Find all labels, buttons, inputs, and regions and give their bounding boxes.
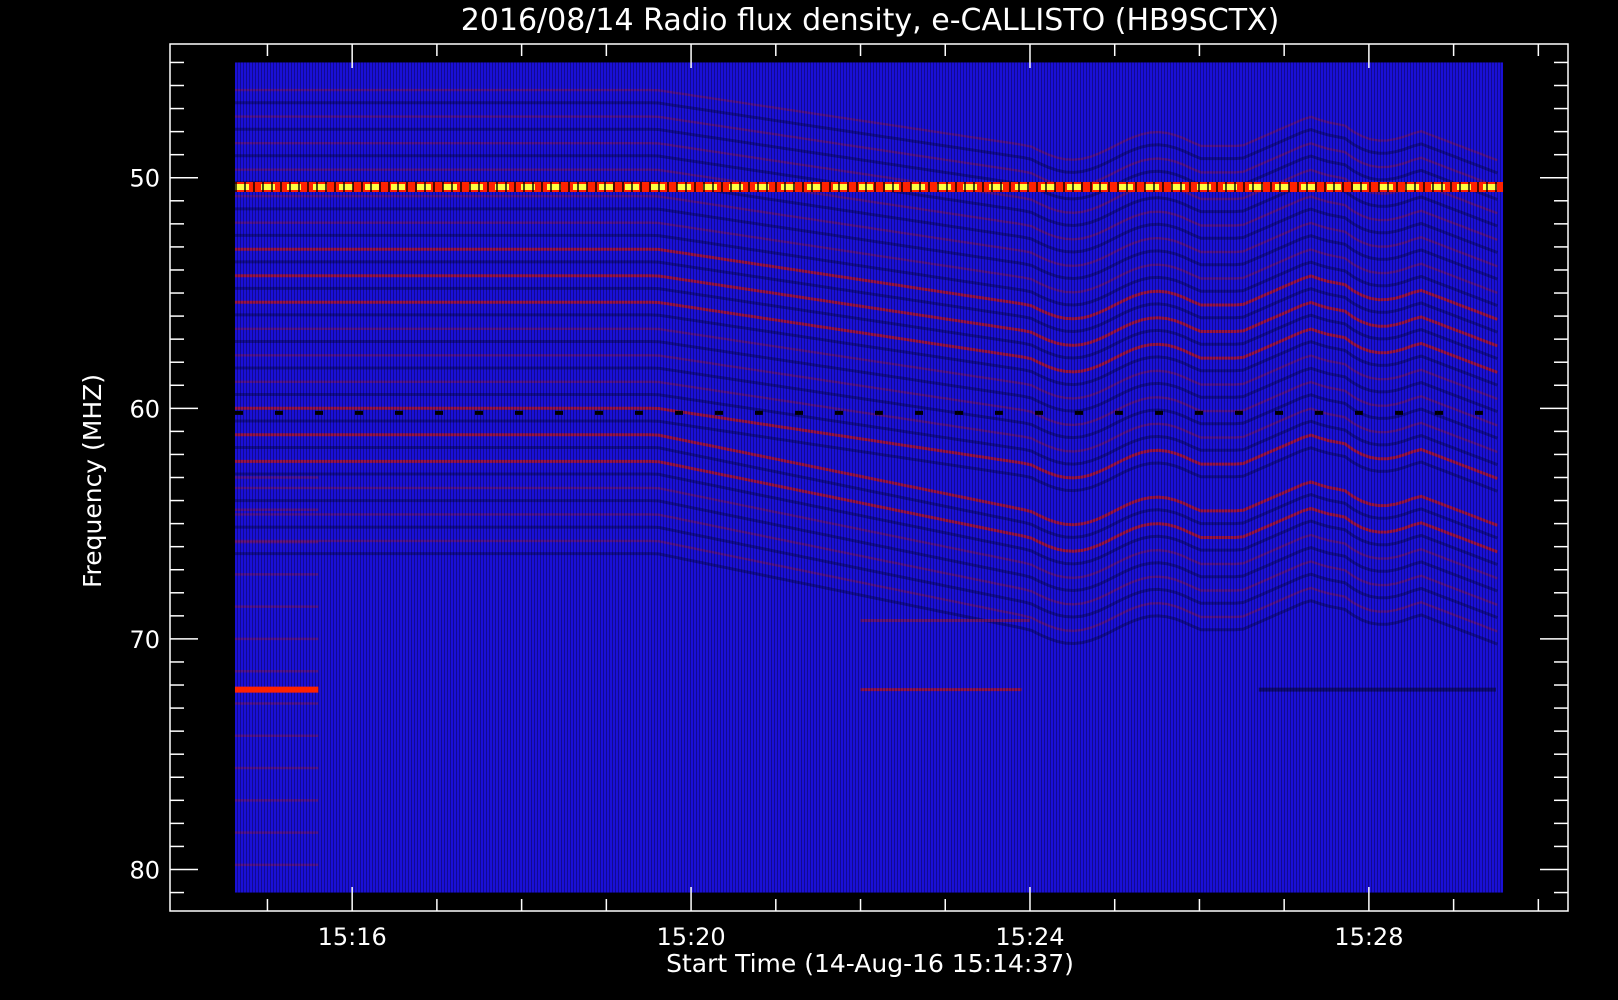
spectrogram-chart: 2016/08/14 Radio flux density, e-CALLIST… xyxy=(0,0,1618,1000)
y-tick-label: 60 xyxy=(129,395,160,423)
x-axis-title: Start Time (14-Aug-16 15:14:37) xyxy=(666,949,1074,978)
y-tick-label: 50 xyxy=(129,165,160,193)
x-tick-label: 15:20 xyxy=(656,923,725,951)
y-tick-label: 80 xyxy=(129,856,160,884)
x-tick-label: 15:28 xyxy=(1334,923,1403,951)
x-tick-label: 15:24 xyxy=(995,923,1064,951)
y-tick-label: 70 xyxy=(129,626,160,654)
x-tick-label: 15:16 xyxy=(318,923,387,951)
plot-area xyxy=(234,62,1504,893)
chart-title: 2016/08/14 Radio flux density, e-CALLIST… xyxy=(461,3,1280,38)
y-axis-title: Frequency (MHZ) xyxy=(78,374,107,588)
